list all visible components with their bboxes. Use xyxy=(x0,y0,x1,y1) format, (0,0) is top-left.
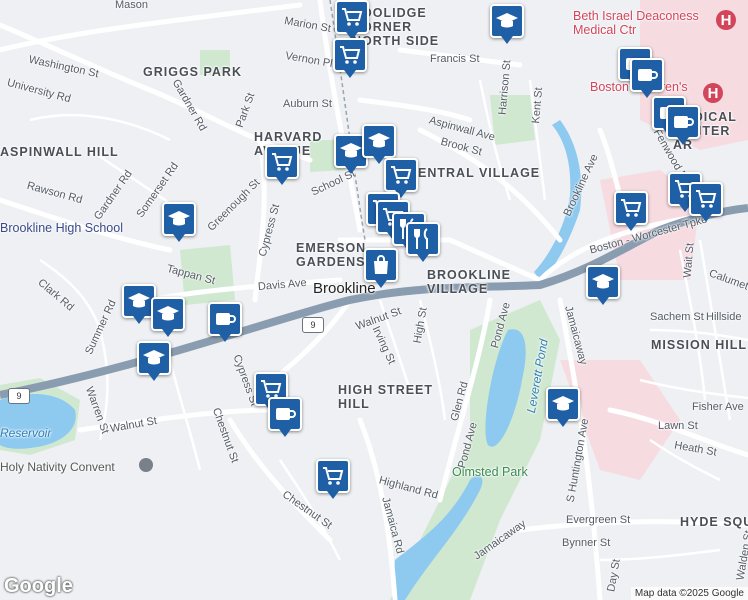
graduation-cap-icon xyxy=(128,293,150,308)
street-label: Fisher Ave xyxy=(692,401,744,413)
map-canvas[interactable]: GRIGGS PARK ASPINWALL HILL HARVARD AVENU… xyxy=(0,0,748,600)
school-pin[interactable] xyxy=(546,387,580,427)
street-label: Lawn St xyxy=(658,420,698,432)
graduation-cap-icon xyxy=(168,211,190,226)
grocery-pin[interactable] xyxy=(265,145,299,185)
street-label: Auburn St xyxy=(283,98,332,110)
place-icon xyxy=(139,458,153,472)
restaurant-pin[interactable] xyxy=(406,222,440,262)
grocery-pin[interactable] xyxy=(333,38,367,78)
hospital-icon[interactable]: H xyxy=(703,83,723,103)
neighborhood-label: HIGH STREET HILL xyxy=(338,383,434,411)
map-attribution[interactable]: Map data ©2025 Google xyxy=(630,587,748,600)
coffee-cup-icon xyxy=(674,116,694,128)
cafe-pin[interactable] xyxy=(666,105,700,145)
street-label: Evergreen St xyxy=(566,514,631,526)
neighborhood-label: HYDE SQU xyxy=(680,515,748,529)
graduation-cap-icon xyxy=(552,396,574,411)
neighborhood-label: EMERSON GARDENS xyxy=(296,241,367,269)
cafe-pin[interactable] xyxy=(208,302,242,342)
street-label: Hillside xyxy=(706,311,742,323)
school-pin[interactable] xyxy=(490,4,524,44)
coffee-cup-icon xyxy=(276,408,296,420)
neighborhood-label: MISSION HILL xyxy=(651,338,748,352)
shopping-cart-icon xyxy=(696,190,717,208)
route-shield: 9 xyxy=(8,388,30,404)
hospital-icon[interactable]: H xyxy=(716,10,736,30)
street-label: Bynner St xyxy=(562,537,611,549)
coffee-cup-icon xyxy=(216,313,236,325)
convent-label[interactable]: Holy Nativity Convent xyxy=(0,461,115,473)
school-pin[interactable] xyxy=(586,265,620,305)
coffee-cup-icon xyxy=(638,69,658,81)
restaurant-icon xyxy=(414,228,428,249)
school-pin[interactable] xyxy=(151,297,185,337)
grocery-pin[interactable] xyxy=(316,459,350,499)
route-shield: 9 xyxy=(302,317,324,333)
shopping-bag-icon xyxy=(374,255,388,274)
shopping-cart-icon xyxy=(391,166,412,184)
graduation-cap-icon xyxy=(143,350,165,365)
graduation-cap-icon xyxy=(368,133,390,148)
cafe-pin[interactable] xyxy=(268,397,302,437)
neighborhood-label: GRIGGS PARK xyxy=(143,65,242,79)
cafe-pin[interactable] xyxy=(630,58,664,98)
water-label: Reservoir xyxy=(0,426,52,440)
school-pin[interactable] xyxy=(362,124,396,164)
neighborhood-label: BROOKLINE VILLAGE xyxy=(427,268,511,296)
shopping-cart-icon xyxy=(342,8,363,26)
graduation-cap-icon xyxy=(157,306,179,321)
grocery-pin[interactable] xyxy=(614,191,648,231)
street-label: Mason xyxy=(115,0,149,11)
grocery-pin[interactable] xyxy=(335,0,369,40)
shopping-cart-icon xyxy=(272,153,293,171)
town-label: Brookline xyxy=(313,280,376,297)
shopping-cart-icon xyxy=(340,46,361,64)
hospital-label[interactable]: Beth Israel Deaconess Medical Ctr xyxy=(573,9,723,37)
graduation-cap-icon xyxy=(496,13,518,28)
street-label: Sachem St xyxy=(650,311,704,323)
graduation-cap-icon xyxy=(592,274,614,289)
school-pin[interactable] xyxy=(162,202,196,242)
graduation-cap-icon xyxy=(340,143,362,158)
grocery-pin[interactable] xyxy=(384,158,418,198)
school-pin[interactable] xyxy=(137,341,171,381)
grocery-pin[interactable] xyxy=(689,182,723,222)
neighborhood-label: CENTRAL VILLAGE xyxy=(408,166,541,180)
street-label: Francis St xyxy=(430,53,480,65)
shopping-cart-icon xyxy=(323,467,344,485)
neighborhood-label: ASPINWALL HILL xyxy=(0,145,119,159)
google-logo[interactable]: Google xyxy=(4,575,73,598)
shopping-cart-icon xyxy=(621,199,642,217)
shopping-pin[interactable] xyxy=(364,248,398,288)
school-label[interactable]: Brookline High School xyxy=(0,222,123,235)
